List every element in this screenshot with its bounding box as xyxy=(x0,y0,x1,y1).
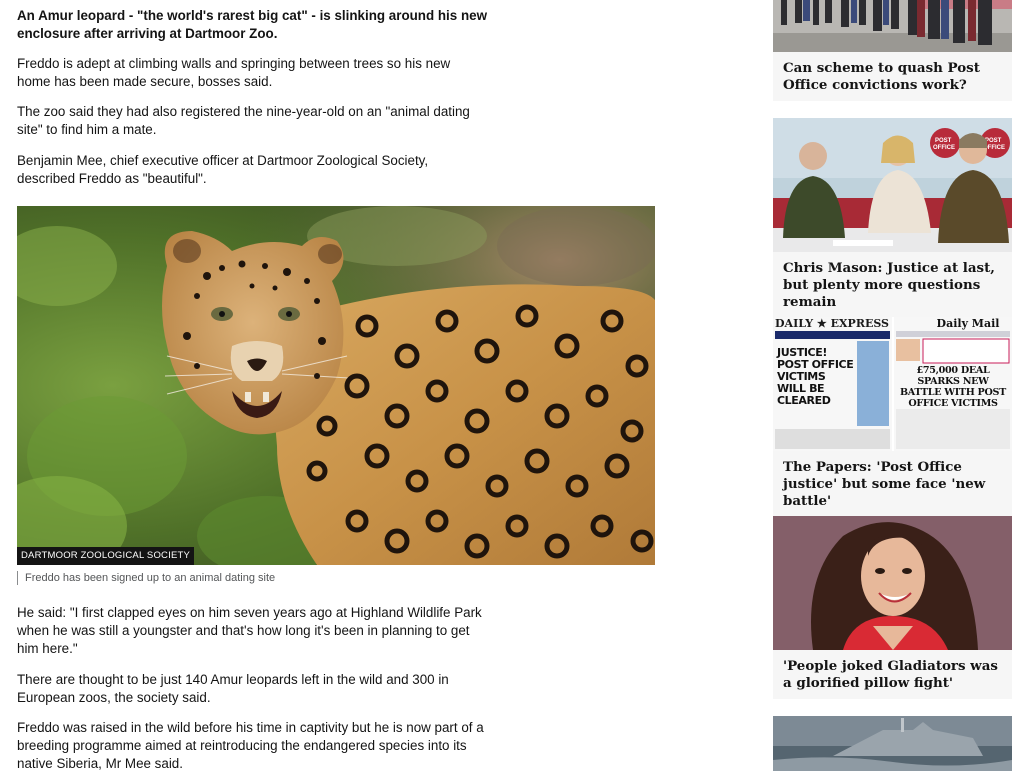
article-paragraph: The zoo said they had also registered th… xyxy=(17,104,470,137)
related-story-card[interactable] xyxy=(773,716,1012,771)
leopard-image: DARTMOOR ZOOLOGICAL SOCIETY xyxy=(17,206,655,565)
svg-text:POST: POST xyxy=(935,138,952,144)
story-thumbnail xyxy=(773,716,1012,771)
story-thumbnail: DAILY ★ EXPRESS JUSTICE! POST OFFICE VIC… xyxy=(773,317,1012,451)
image-caption: Freddo has been signed up to an animal d… xyxy=(17,571,275,585)
article-paragraph: Freddo was raised in the wild before his… xyxy=(17,720,484,771)
related-story-card[interactable]: POST OFFICE POST OFFICE Chris Mason: Jus… xyxy=(773,118,1012,318)
page: An Amur leopard - "the world's rarest bi… xyxy=(0,0,1024,771)
daily-express-headline: JUSTICE! POST OFFICE VICTIMS WILL BE CLE… xyxy=(777,346,854,407)
related-story-card[interactable]: Can scheme to quash Post Office convicti… xyxy=(773,0,1012,101)
story-thumbnail xyxy=(773,0,1012,52)
story-headline[interactable]: Can scheme to quash Post Office convicti… xyxy=(773,52,1012,101)
related-story-card[interactable]: DAILY ★ EXPRESS JUSTICE! POST OFFICE VIC… xyxy=(773,317,1012,517)
article-paragraph: He said: "I first clapped eyes on him se… xyxy=(17,605,482,656)
image-credit: DARTMOOR ZOOLOGICAL SOCIETY xyxy=(17,547,195,565)
article-intro: An Amur leopard - "the world's rarest bi… xyxy=(17,8,487,41)
daily-mail-headline: £75,000 DEAL SPARKS NEW BATTLE WITH POST… xyxy=(899,365,1006,409)
article-paragraph: Freddo is adept at climbing walls and sp… xyxy=(17,56,451,89)
daily-mail-masthead: Daily Mail xyxy=(936,317,1000,330)
story-thumbnail: POST OFFICE POST OFFICE xyxy=(773,118,1012,252)
related-story-card[interactable]: 'People joked Gladiators was a glorified… xyxy=(773,516,1012,699)
svg-text:POST: POST xyxy=(985,138,1002,144)
svg-text:OFFICE: OFFICE xyxy=(933,145,955,151)
article-paragraph: There are thought to be just 140 Amur le… xyxy=(17,672,449,705)
story-headline[interactable]: 'People joked Gladiators was a glorified… xyxy=(773,650,1012,699)
story-headline[interactable]: The Papers: 'Post Office justice' but so… xyxy=(773,451,1012,517)
story-thumbnail xyxy=(773,516,1012,650)
article-paragraph: Benjamin Mee, chief executive officer at… xyxy=(17,153,429,186)
story-headline[interactable]: Chris Mason: Justice at last, but plenty… xyxy=(773,252,1012,318)
daily-express-masthead: DAILY ★ EXPRESS xyxy=(775,317,889,330)
